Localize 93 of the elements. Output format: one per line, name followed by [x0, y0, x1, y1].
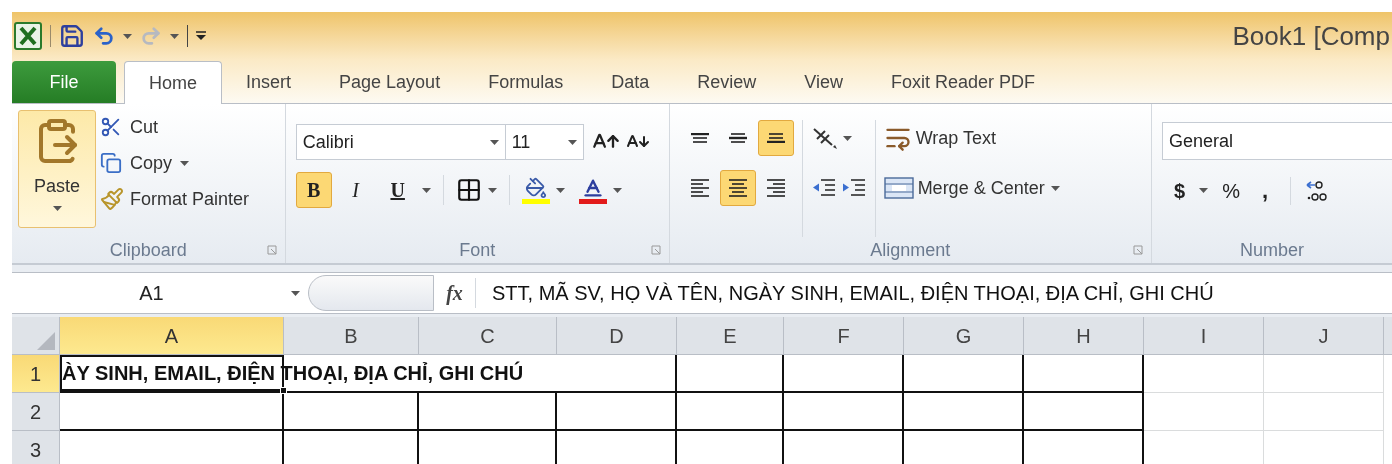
copy-icon	[100, 152, 122, 174]
fill-handle[interactable]	[280, 387, 287, 394]
window-title: Book1 [Comp	[1232, 19, 1391, 53]
ribbon-tab[interactable]: Formulas	[464, 61, 588, 103]
caret-icon[interactable]	[1199, 188, 1209, 193]
borders-icon[interactable]	[455, 177, 482, 203]
group-label: Number	[1240, 238, 1304, 262]
percent-button[interactable]: %	[1222, 175, 1240, 206]
number-format-dropdown[interactable]: General	[1162, 122, 1392, 160]
caret-icon[interactable]	[180, 160, 190, 166]
table-cell[interactable]	[284, 393, 419, 431]
spreadsheet-app-icon[interactable]	[14, 22, 42, 50]
caret-icon[interactable]	[1050, 185, 1060, 191]
ribbon-tab[interactable]: Insert	[222, 61, 316, 103]
group-label: Alignment	[870, 238, 951, 262]
caret-icon[interactable]	[170, 33, 179, 39]
bold-button[interactable]: B	[295, 172, 332, 208]
align-center-icon	[728, 179, 747, 197]
font-name-dropdown[interactable]: Calibri	[295, 124, 506, 160]
caret-icon[interactable]	[421, 187, 431, 193]
merge-center-button[interactable]: Merge & Center	[883, 174, 1045, 202]
table-cell[interactable]	[1024, 393, 1144, 431]
save-icon[interactable]	[59, 23, 85, 49]
table-cell[interactable]	[557, 393, 677, 431]
ribbon-tab[interactable]: Review	[673, 61, 781, 103]
paintbrush-icon	[100, 187, 124, 211]
name-box[interactable]: A1	[12, 273, 308, 313]
underline-button[interactable]: U	[379, 172, 416, 208]
column-header[interactable]: C	[419, 317, 557, 354]
ribbon-tab[interactable]: Home	[124, 61, 222, 104]
caret-icon[interactable]	[842, 135, 852, 141]
align-bottom-icon	[766, 133, 785, 143]
align-left-icon	[690, 179, 709, 197]
splitter-handle[interactable]	[308, 275, 434, 311]
table-cell[interactable]	[904, 355, 1024, 393]
row-header[interactable]: 3	[12, 431, 60, 464]
table-cell[interactable]	[1024, 355, 1144, 393]
copy-button[interactable]: Copy	[100, 148, 250, 178]
column-header[interactable]: F	[784, 317, 904, 354]
ribbon-tab[interactable]: Page Layout	[315, 61, 465, 103]
insert-function-button[interactable]: fx	[434, 278, 476, 308]
undo-icon[interactable]	[93, 25, 115, 47]
align-right-icon	[766, 179, 785, 197]
column-header[interactable]: B	[284, 317, 419, 354]
table-cell[interactable]	[677, 393, 784, 431]
caret-icon[interactable]	[123, 33, 132, 39]
column-header[interactable]: G	[904, 317, 1024, 354]
caret-icon[interactable]	[555, 187, 565, 193]
align-top-icon	[690, 133, 709, 143]
customize-menu-icon[interactable]	[196, 31, 206, 41]
caret-icon[interactable]	[489, 139, 499, 145]
row-header[interactable]: 1	[12, 355, 60, 393]
caret-icon[interactable]	[487, 187, 497, 193]
ribbon-tab[interactable]: Foxit Reader PDF	[866, 61, 1059, 103]
merge-cells-icon	[883, 176, 914, 200]
formula-input[interactable]: STT, MÃ SV, HỌ VÀ TÊN, NGÀY SINH, EMAIL, ĐIỆN THOẠI, ĐỊA CHỈ, GHI CHÚ	[476, 278, 1214, 308]
column-header[interactable]: E	[677, 317, 784, 354]
bottom-align-button[interactable]	[757, 120, 794, 156]
table-cell[interactable]	[60, 393, 284, 431]
column-header[interactable]: H	[1024, 317, 1144, 354]
caret-icon[interactable]	[291, 290, 300, 296]
comma-button[interactable]: ,	[1253, 174, 1277, 207]
table-cell[interactable]	[904, 393, 1024, 431]
table-cell[interactable]	[419, 393, 557, 431]
column-header[interactable]: A	[60, 317, 284, 354]
caret-icon[interactable]	[567, 139, 577, 145]
cut-button[interactable]: Cut	[100, 112, 250, 142]
currency-button[interactable]: $	[1174, 175, 1186, 206]
column-header[interactable]: J	[1264, 317, 1384, 354]
scissors-icon	[100, 116, 122, 138]
increase-decimal-icon[interactable]	[1305, 178, 1328, 203]
column-header[interactable]: I	[1144, 317, 1264, 354]
italic-button[interactable]: I	[337, 172, 374, 208]
ribbon-tab[interactable]: Data	[587, 61, 674, 103]
format-painter-button[interactable]: Format Painter	[100, 184, 250, 214]
table-cell[interactable]	[784, 393, 904, 431]
center-align-button[interactable]	[719, 170, 756, 206]
table-cell[interactable]	[784, 355, 904, 393]
paste-button[interactable]: Paste	[18, 110, 96, 228]
file-tab[interactable]: File	[12, 61, 116, 103]
caret-icon[interactable]	[612, 187, 622, 193]
row-header[interactable]: 2	[12, 393, 60, 431]
group-label: Font	[459, 238, 496, 262]
wrap-text-button[interactable]: Wrap Text	[883, 120, 1060, 156]
redo-icon	[140, 25, 162, 47]
column-header[interactable]: D	[557, 317, 677, 354]
caret-icon[interactable]	[52, 206, 62, 211]
group-label: Clipboard	[109, 238, 187, 262]
fill-color-icon[interactable]	[521, 176, 550, 204]
ribbon-tab[interactable]: View	[780, 61, 867, 103]
table-cell[interactable]	[677, 355, 784, 393]
align-middle-icon	[728, 133, 747, 143]
font-size-dropdown[interactable]: 11	[505, 124, 584, 160]
